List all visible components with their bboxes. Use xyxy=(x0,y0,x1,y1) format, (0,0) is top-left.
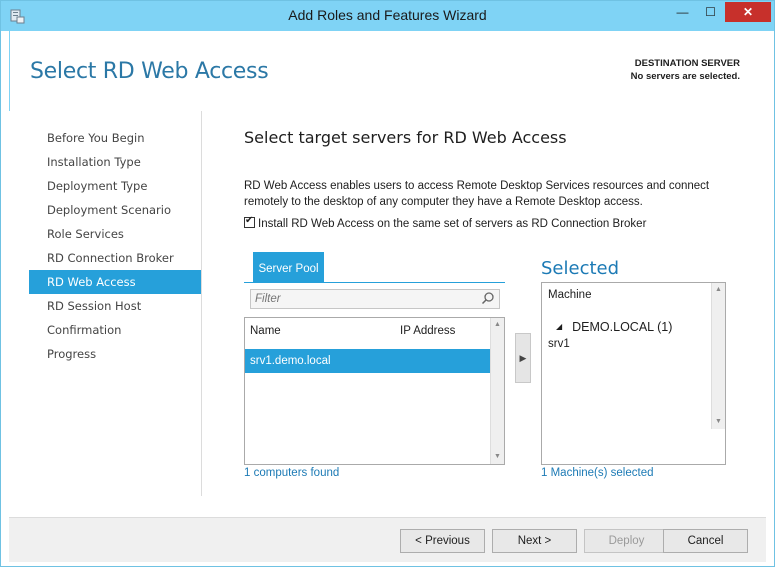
nav-item-progress[interactable]: Progress xyxy=(29,342,201,366)
cancel-button[interactable]: Cancel xyxy=(663,529,748,553)
same-servers-checkbox-row[interactable]: Install RD Web Access on the same set of… xyxy=(244,215,744,230)
destination-server-label: DESTINATION SERVER xyxy=(634,58,740,69)
scroll-up-icon[interactable]: ▲ xyxy=(491,318,504,332)
destination-server-value: No servers are selected. xyxy=(630,71,740,82)
pool-scrollbar[interactable]: ▲ ▼ xyxy=(490,318,504,464)
nav-item-before-you-begin[interactable]: Before You Begin xyxy=(29,126,201,150)
wizard-window: Add Roles and Features Wizard — ☐ ✕ Sele… xyxy=(0,0,775,567)
search-icon[interactable] xyxy=(481,291,495,308)
next-button[interactable]: Next > xyxy=(492,529,577,553)
section-title: Select target servers for RD Web Access xyxy=(244,128,567,147)
same-servers-checkbox[interactable] xyxy=(244,215,255,228)
wizard-footer: < Previous Next > Deploy Cancel xyxy=(9,517,766,562)
nav-item-deployment-scenario[interactable]: Deployment Scenario xyxy=(29,198,201,222)
scroll-down-icon[interactable]: ▼ xyxy=(491,450,504,464)
column-header-machine: Machine xyxy=(548,289,592,301)
same-servers-checkbox-label: Install RD Web Access on the same set of… xyxy=(258,218,647,230)
nav-divider xyxy=(201,111,202,496)
nav-item-rd-session-host[interactable]: RD Session Host xyxy=(29,294,201,318)
column-header-ip-address[interactable]: IP Address xyxy=(400,318,455,344)
scroll-down-icon[interactable]: ▼ xyxy=(712,415,725,429)
close-button[interactable]: ✕ xyxy=(725,2,771,22)
filter-box[interactable] xyxy=(250,289,500,309)
nav-item-role-services[interactable]: Role Services xyxy=(29,222,201,246)
deploy-button[interactable]: Deploy xyxy=(584,529,669,553)
collapse-triangle-icon[interactable]: ◢ xyxy=(556,322,562,331)
window-title: Add Roles and Features Wizard xyxy=(288,7,487,23)
server-pool-tab-line xyxy=(244,282,505,288)
add-to-selected-button[interactable]: ▶ xyxy=(515,333,531,383)
nav-item-installation-type[interactable]: Installation Type xyxy=(29,150,201,174)
nav-item-deployment-type[interactable]: Deployment Type xyxy=(29,174,201,198)
selected-group[interactable]: ◢ DEMO.LOCAL (1) xyxy=(556,320,672,334)
list-header: Name IP Address O xyxy=(245,318,504,344)
nav-item-confirmation[interactable]: Confirmation xyxy=(29,318,201,342)
page-title: Select RD Web Access xyxy=(30,59,269,84)
wizard-nav: Before You Begin Installation Type Deplo… xyxy=(29,126,201,366)
filter-input[interactable] xyxy=(251,290,471,308)
table-row[interactable]: srv1.demo.local xyxy=(245,349,504,373)
computers-found-count: 1 computers found xyxy=(244,467,340,479)
machines-selected-count: 1 Machine(s) selected xyxy=(541,467,654,479)
selected-title: Selected xyxy=(541,258,620,279)
maximize-button[interactable]: ☐ xyxy=(697,2,724,22)
minimize-button[interactable]: — xyxy=(669,2,696,22)
selected-group-label: DEMO.LOCAL (1) xyxy=(572,320,673,334)
wizard-header: Select RD Web Access DESTINATION SERVER … xyxy=(9,31,766,111)
list-item[interactable]: srv1 xyxy=(548,338,570,350)
server-pool-list[interactable]: Name IP Address O srv1.demo.local ▲ ▼ xyxy=(244,317,505,465)
previous-button[interactable]: < Previous xyxy=(400,529,485,553)
scroll-up-icon[interactable]: ▲ xyxy=(712,283,725,297)
description-text: RD Web Access enables users to access Re… xyxy=(244,180,710,208)
nav-item-rd-connection-broker[interactable]: RD Connection Broker xyxy=(29,246,201,270)
wizard-body: Before You Begin Installation Type Deplo… xyxy=(9,111,766,517)
selected-scrollbar[interactable]: ▲ ▼ xyxy=(711,283,725,429)
tab-server-pool[interactable]: Server Pool xyxy=(253,252,324,282)
title-bar[interactable]: Add Roles and Features Wizard — ☐ ✕ xyxy=(1,1,774,31)
selected-list[interactable]: Machine ◢ DEMO.LOCAL (1) srv1 ▲ ▼ xyxy=(541,282,726,465)
nav-item-rd-web-access[interactable]: RD Web Access xyxy=(29,270,201,294)
column-header-name[interactable]: Name xyxy=(250,318,281,344)
